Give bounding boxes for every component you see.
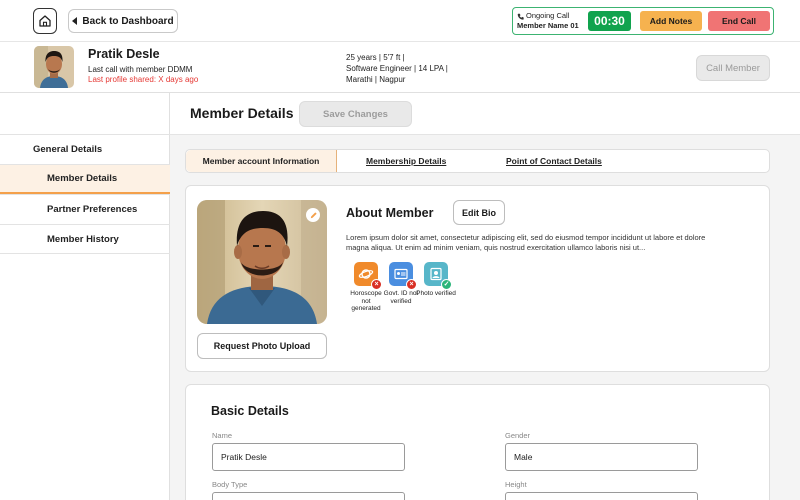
body-type-field[interactable] — [212, 492, 405, 500]
save-changes-button[interactable]: Save Changes — [299, 101, 412, 127]
stats-age-height: 25 years | 5'7 ft | — [346, 53, 405, 62]
sidebar: General Details Member Details Partner P… — [0, 93, 170, 500]
member-bio: Lorem ipsum dolor sit amet, consectetur … — [346, 233, 706, 252]
gender-field[interactable]: Male — [505, 443, 698, 471]
horoscope-icon: × — [354, 262, 382, 290]
govt-id-badge: × Govt. ID not verified — [381, 262, 421, 305]
back-to-dashboard-button[interactable]: Back to Dashboard — [68, 9, 178, 33]
tab-bar: Member account Information Membership De… — [185, 149, 770, 173]
photo-verified-badge: ✓ Photo verified — [416, 262, 456, 298]
stats-profession-income: Software Engineer | 14 LPA | — [346, 64, 448, 73]
call-status: Ongoing Call — [526, 11, 570, 20]
last-profile-shared-text: Last profile shared: X days ago — [88, 75, 199, 84]
photo-id-icon: ✓ — [424, 262, 452, 290]
request-photo-upload-button[interactable]: Request Photo Upload — [197, 333, 327, 359]
tab-member-account-information[interactable]: Member account Information — [186, 150, 337, 172]
back-label: Back to Dashboard — [82, 15, 174, 27]
check-icon: ✓ — [441, 279, 452, 290]
call-member-button[interactable]: Call Member — [696, 55, 770, 81]
back-arrow-icon — [72, 17, 78, 25]
name-field[interactable]: Pratik Desle — [212, 443, 405, 471]
basic-details-card: Basic Details Name Pratik Desle Gender M… — [185, 384, 770, 500]
basic-details-title: Basic Details — [211, 404, 289, 418]
call-member-name: Member Name 01 — [517, 21, 579, 30]
edit-photo-button[interactable] — [306, 208, 320, 222]
body-type-label: Body Type — [212, 480, 248, 489]
call-timer: 00:30 — [588, 11, 631, 31]
call-info: Ongoing Call Member Name 01 — [517, 11, 579, 31]
name-label: Name — [212, 431, 233, 440]
tab-label: Membership Details — [366, 156, 447, 166]
badge-label: Horoscope not generated — [350, 290, 382, 312]
badge-label: Govt. ID not verified — [383, 290, 419, 305]
id-card-icon: × — [389, 262, 417, 290]
sidebar-item-member-details[interactable]: Member Details — [0, 164, 170, 194]
stats-language-city: Marathi | Nagpur — [346, 75, 406, 84]
page-title: Member Details — [190, 105, 294, 121]
tab-membership-details[interactable]: Membership Details — [366, 150, 446, 172]
pencil-icon — [310, 211, 317, 218]
sidebar-item-general-details[interactable]: General Details — [0, 134, 170, 164]
top-bar: Back to Dashboard Ongoing Call Member Na… — [0, 0, 800, 42]
tab-label: Point of Contact Details — [506, 156, 602, 166]
member-header: Pratik Desle Last call with member DDMM … — [0, 42, 800, 93]
home-icon — [39, 15, 51, 27]
last-call-text: Last call with member DDMM — [88, 65, 193, 74]
end-call-button[interactable]: End Call — [708, 11, 770, 31]
tab-label: Member account Information — [202, 156, 320, 166]
about-member-card: Request Photo Upload About Member Edit B… — [185, 185, 770, 372]
gender-label: Gender — [505, 431, 531, 440]
sidebar-item-member-history[interactable]: Member History — [0, 224, 170, 254]
tab-point-of-contact-details[interactable]: Point of Contact Details — [506, 150, 602, 172]
member-name: Pratik Desle — [88, 47, 160, 61]
phone-icon — [517, 13, 524, 20]
member-stats: 25 years | 5'7 ft | Software Engineer | … — [346, 52, 448, 85]
height-field[interactable] — [505, 492, 698, 500]
height-label: Height — [505, 480, 527, 489]
about-member-title: About Member — [346, 206, 434, 220]
horoscope-badge: × Horoscope not generated — [346, 262, 386, 313]
member-photo — [197, 200, 327, 324]
sidebar-item-partner-preferences[interactable]: Partner Preferences — [0, 194, 170, 224]
main-header: Member Details Save Changes — [170, 93, 800, 135]
badge-label: Photo verified — [416, 290, 456, 297]
home-button[interactable] — [33, 8, 57, 34]
add-notes-button[interactable]: Add Notes — [640, 11, 702, 31]
ongoing-call-panel: Ongoing Call Member Name 01 00:30 Add No… — [512, 7, 774, 35]
main-content: Member Details Save Changes Member accou… — [170, 93, 800, 500]
avatar — [34, 46, 74, 88]
edit-bio-button[interactable]: Edit Bio — [453, 200, 505, 225]
